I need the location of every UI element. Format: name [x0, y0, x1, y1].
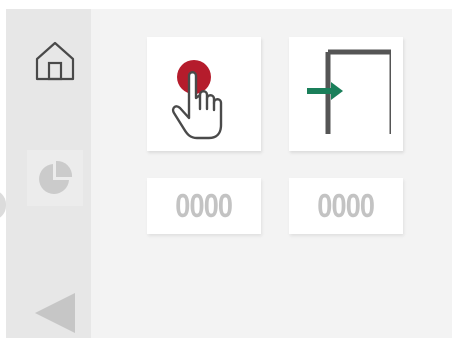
touch-hand-icon	[171, 60, 223, 140]
home-icon	[35, 41, 75, 81]
touch-counter: 0000	[147, 178, 261, 234]
touch-tile[interactable]	[147, 37, 261, 151]
back-arrow-icon	[35, 293, 75, 333]
door-counter-value: 0000	[317, 187, 376, 224]
home-button[interactable]	[27, 33, 83, 89]
door-enter-icon	[307, 49, 391, 134]
touch-counter-value: 0000	[175, 187, 234, 224]
door-tile[interactable]	[289, 37, 403, 151]
statistics-button[interactable]	[27, 150, 83, 206]
door-counter: 0000	[289, 178, 403, 234]
back-button[interactable]	[27, 285, 83, 341]
pie-chart-icon	[39, 160, 73, 194]
